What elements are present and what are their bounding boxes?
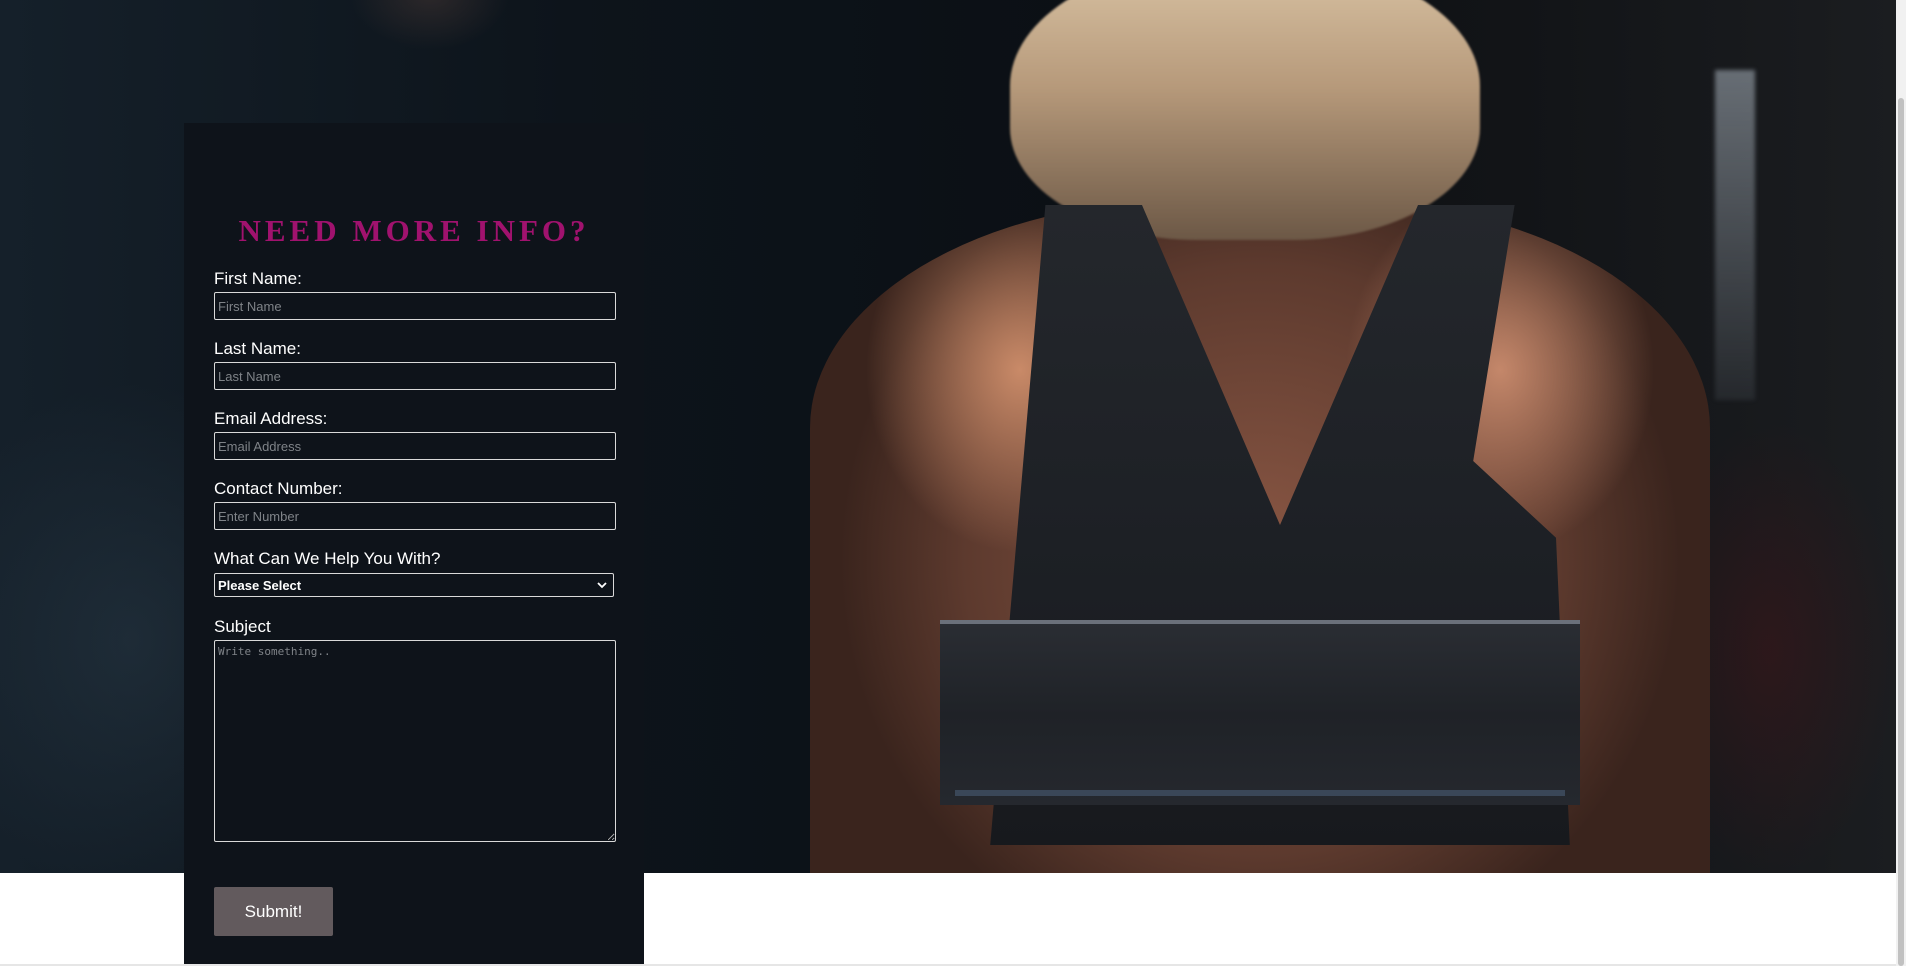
- hero-sports-bra-stripe: [955, 790, 1565, 796]
- last-name-label: Last Name:: [214, 339, 301, 358]
- subject-textarea[interactable]: [214, 640, 616, 842]
- help-topic-label: What Can We Help You With?: [214, 549, 441, 568]
- hero-background-figure: [350, 0, 510, 50]
- first-name-label: First Name:: [214, 269, 302, 288]
- hero-sports-bra-band: [940, 620, 1580, 805]
- contact-number-input[interactable]: [214, 502, 616, 530]
- contact-form: NEED MORE INFO? First Name: Last Name: E…: [184, 123, 644, 966]
- help-topic-select[interactable]: Please Select: [214, 573, 614, 597]
- last-name-input[interactable]: [214, 362, 616, 390]
- page: NEED MORE INFO? First Name: Last Name: E…: [0, 0, 1896, 966]
- form-title: NEED MORE INFO?: [238, 213, 590, 248]
- subject-label: Subject: [214, 617, 271, 636]
- hero-athlete-hair: [1010, 0, 1480, 240]
- hero-window-light: [1715, 70, 1755, 400]
- email-input[interactable]: [214, 432, 616, 460]
- page-scrollbar-thumb[interactable]: [1898, 98, 1904, 966]
- first-name-input[interactable]: [214, 292, 616, 320]
- submit-button[interactable]: Submit!: [214, 887, 333, 936]
- email-label: Email Address:: [214, 409, 328, 428]
- contact-number-label: Contact Number:: [214, 479, 343, 498]
